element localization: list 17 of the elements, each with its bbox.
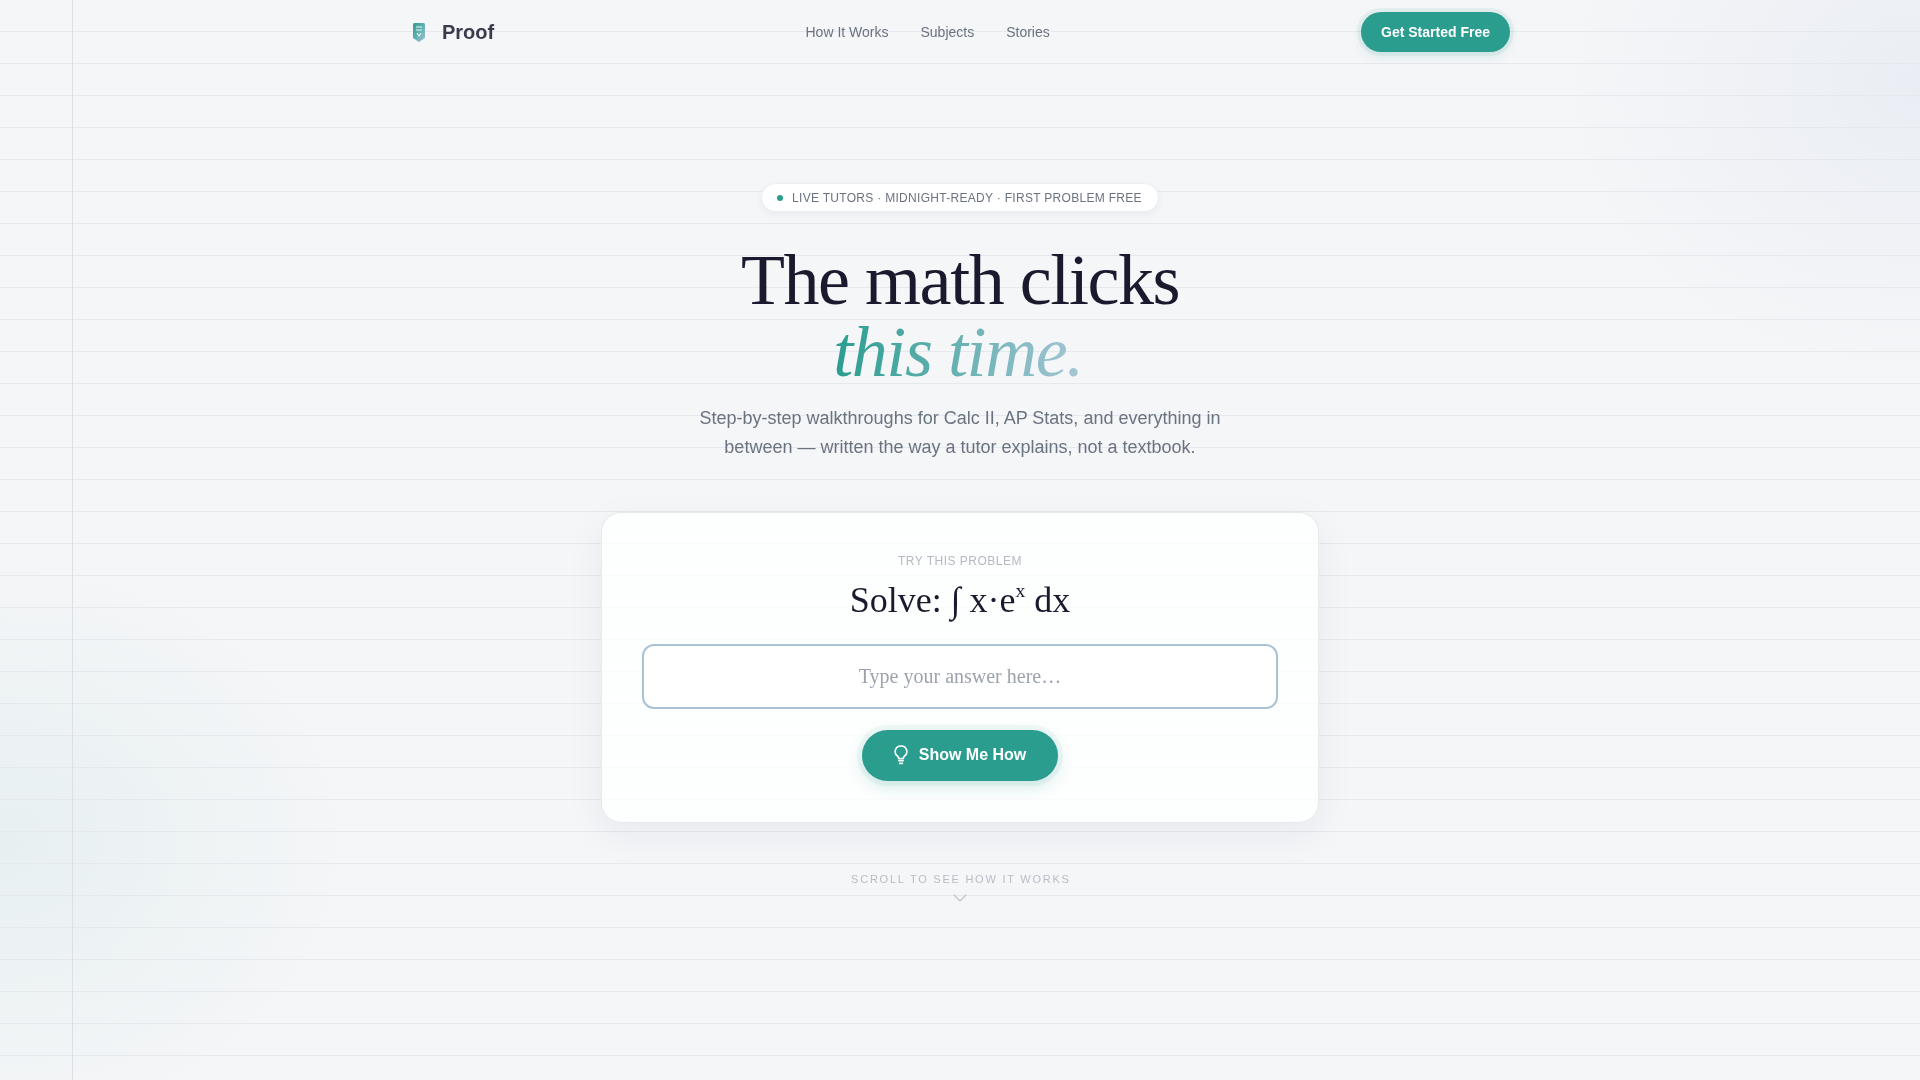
nav-link[interactable]: Stories: [1006, 24, 1050, 40]
headline: The math clicks: [740, 244, 1180, 316]
status-dot-icon: [777, 194, 784, 201]
tagline-text: LIVE TUTORS · MIDNIGHT-READY · FIRST PROBLEM FREE: [792, 190, 1142, 205]
scroll-hint-text: SCROLL TO SEE HOW IT WORKS: [850, 871, 1071, 886]
lightbulb-icon: [893, 745, 908, 766]
get-started-button[interactable]: Get Started Free: [1361, 12, 1510, 52]
nav-link[interactable]: How It Works: [805, 24, 889, 40]
show-me-how-button[interactable]: Show Me How: [861, 729, 1059, 781]
problem-text: Solve: ∫ x·e$^{x}$ dx: [849, 578, 1071, 622]
answer-field[interactable]: Type your answer here…: [642, 643, 1278, 709]
card-label: TRY THIS PROBLEM: [897, 552, 1022, 569]
hero-subtitle: Step-by-step walkthroughs for Calc II, AP Stats, and everything in between — written the way a tutor explains, not a textbook.: [698, 407, 1222, 459]
chevron-down-icon: [953, 893, 967, 902]
logo-link[interactable]: Proof: [410, 20, 495, 44]
shield-icon: [413, 22, 425, 42]
nav-link[interactable]: Subjects: [920, 24, 975, 40]
